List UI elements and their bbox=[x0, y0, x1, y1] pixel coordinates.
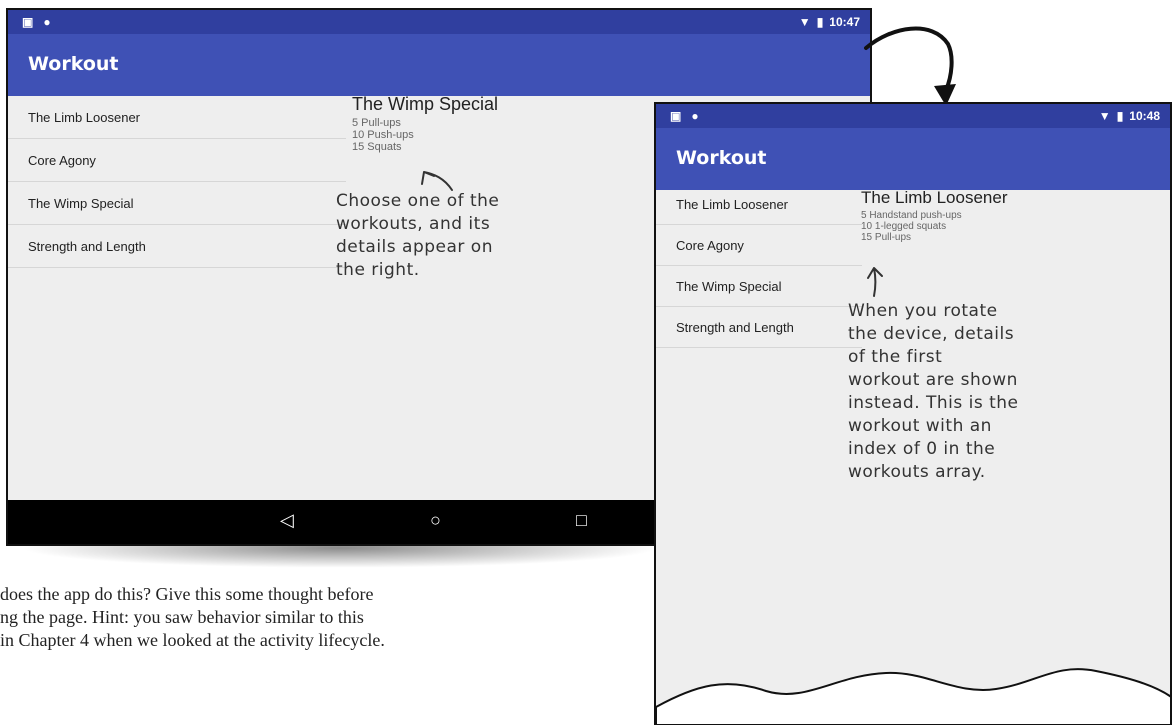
annotation-line: of the first bbox=[848, 347, 943, 367]
notification-icon: ● bbox=[43, 15, 51, 29]
list-item[interactable]: Strength and Length bbox=[656, 307, 862, 348]
app-title: Workout bbox=[676, 147, 767, 169]
caption-line: in Chapter 4 when we looked at the activ… bbox=[0, 630, 385, 650]
back-button[interactable]: ◁ bbox=[280, 510, 294, 531]
detail-title: The Limb Loosener bbox=[861, 188, 1008, 207]
annotation-line: details appear on bbox=[336, 237, 493, 257]
detail-line: 5 Pull-ups bbox=[352, 117, 401, 129]
list-item[interactable]: The Limb Loosener bbox=[656, 184, 862, 225]
detail-title: The Wimp Special bbox=[352, 94, 499, 114]
status-time: 10:48 bbox=[1129, 109, 1160, 123]
annotation-line: index of 0 in the bbox=[848, 439, 996, 459]
annotation-line: the right. bbox=[336, 260, 420, 280]
workout-detail: The Limb Loosener 5 Handstand push-ups 1… bbox=[861, 188, 1007, 243]
status-bar: ▣ ● ▼ ▮ 10:48 bbox=[656, 104, 1170, 128]
list-item[interactable]: The Wimp Special bbox=[8, 182, 346, 225]
list-item[interactable]: Strength and Length bbox=[8, 225, 346, 268]
wifi-icon: ▼ bbox=[798, 15, 811, 29]
list-item[interactable]: The Wimp Special bbox=[656, 266, 862, 307]
annotation-line: workouts, and its bbox=[336, 214, 491, 234]
sd-card-icon: ▣ bbox=[22, 15, 34, 29]
recents-button[interactable]: □ bbox=[576, 510, 587, 531]
workout-list: The Limb Loosener Core Agony The Wimp Sp… bbox=[8, 96, 346, 268]
annotation-line: workout with an bbox=[848, 416, 992, 436]
app-bar: Workout bbox=[656, 128, 1170, 190]
list-item[interactable]: Core Agony bbox=[656, 225, 862, 266]
caption-text: does the app do this? Give this some tho… bbox=[0, 583, 650, 652]
detail-line: 15 Squats bbox=[352, 141, 402, 153]
caption-line: does the app do this? Give this some tho… bbox=[0, 584, 374, 604]
torn-edge-decoration bbox=[656, 668, 1170, 725]
annotation-line: workouts array. bbox=[848, 462, 986, 482]
annotation-line: When you rotate bbox=[848, 301, 998, 321]
home-button[interactable]: ○ bbox=[430, 510, 441, 531]
detail-line: 10 1-legged squats bbox=[861, 221, 947, 232]
list-item[interactable]: The Limb Loosener bbox=[8, 96, 346, 139]
caption-line: ng the page. Hint: you saw behavior simi… bbox=[0, 607, 364, 627]
landscape-annotation: Choose one of the workouts, and its deta… bbox=[336, 190, 499, 282]
annotation-line: workout are shown bbox=[848, 370, 1018, 390]
detail-line: 5 Handstand push-ups bbox=[861, 210, 962, 221]
annotation-line: Choose one of the bbox=[336, 191, 500, 211]
portrait-annotation: When you rotate the device, details of t… bbox=[848, 300, 1019, 484]
battery-icon: ▮ bbox=[816, 15, 824, 29]
annotation-line: the device, details bbox=[848, 324, 1015, 344]
workout-detail: The Wimp Special 5 Pull-ups 10 Push-ups … bbox=[352, 94, 498, 153]
battery-icon: ▮ bbox=[1116, 109, 1124, 123]
portrait-device: ▣ ● ▼ ▮ 10:48 Workout The Limb Loosener … bbox=[654, 102, 1172, 725]
sd-card-icon: ▣ bbox=[670, 109, 682, 123]
rotation-arrow-icon bbox=[864, 26, 956, 106]
status-time: 10:47 bbox=[829, 15, 860, 29]
detail-line: 15 Pull-ups bbox=[861, 232, 912, 243]
wifi-icon: ▼ bbox=[1098, 109, 1111, 123]
annotation-line: instead. This is the bbox=[848, 393, 1019, 413]
detail-line: 10 Push-ups bbox=[352, 129, 414, 141]
list-item[interactable]: Core Agony bbox=[8, 139, 346, 182]
app-title: Workout bbox=[28, 53, 119, 75]
notification-icon: ● bbox=[691, 109, 699, 123]
status-bar: ▣ ● ▼ ▮ 10:47 bbox=[8, 10, 870, 34]
app-bar: Workout bbox=[8, 34, 870, 96]
arrow-up-annotation-icon bbox=[867, 267, 883, 297]
workout-list: The Limb Loosener Core Agony The Wimp Sp… bbox=[656, 184, 862, 348]
